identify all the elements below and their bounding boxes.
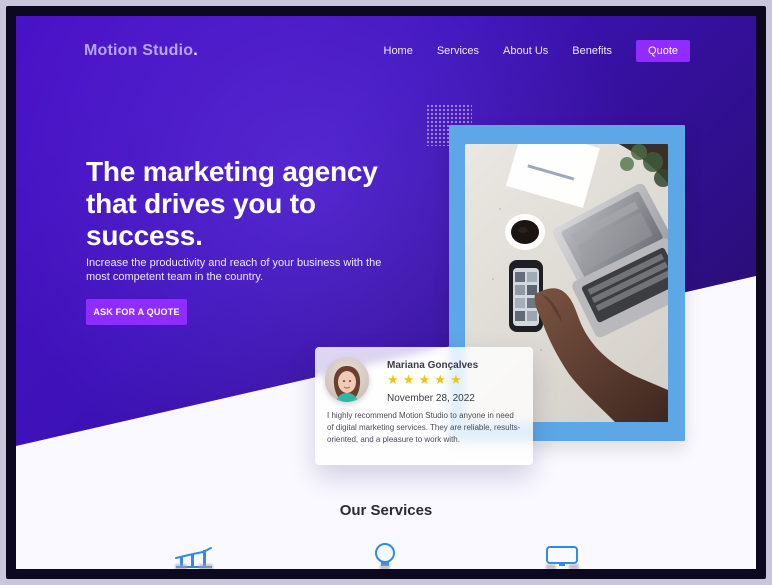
- nav-about-us[interactable]: About Us: [503, 45, 548, 57]
- reviewer-portrait: [325, 358, 369, 402]
- rating-stars: ★ ★ ★ ★ ★: [387, 373, 462, 388]
- reviewer-name: Mariana Gonçalves: [387, 360, 479, 371]
- nav-benefits[interactable]: Benefits: [572, 45, 612, 57]
- brand-name: Motion Studio: [84, 42, 194, 59]
- review-date: November 28, 2022: [387, 393, 475, 404]
- browser-frame: Motion Studio. Home Services About Us Be…: [6, 6, 766, 579]
- brand-dot: .: [193, 42, 198, 59]
- landing-page: Motion Studio. Home Services About Us Be…: [16, 16, 756, 569]
- quote-button[interactable]: Quote: [636, 40, 690, 62]
- reviewer-avatar: [325, 358, 369, 402]
- services-title: Our Services: [339, 502, 433, 519]
- review-text: I highly recommend Motion Studio to anyo…: [327, 411, 521, 444]
- hero-title: The marketing agency that drives you to …: [86, 156, 378, 251]
- nav-services[interactable]: Services: [437, 45, 479, 57]
- hero-subtitle: Increase the productivity and reach of y…: [86, 257, 382, 283]
- ask-for-quote-button[interactable]: ASK FOR A QUOTE: [86, 299, 187, 325]
- testimonial-card: Mariana Gonçalves ★ ★ ★ ★ ★ November 28,…: [315, 347, 533, 465]
- main-nav: Home Services About Us Benefits Quote: [384, 40, 690, 62]
- nav-home[interactable]: Home: [384, 45, 413, 57]
- monitor-icon: [541, 542, 583, 569]
- chart-icon: [173, 542, 215, 569]
- lightbulb-icon: [364, 542, 406, 569]
- brand-logo[interactable]: Motion Studio.: [84, 42, 198, 60]
